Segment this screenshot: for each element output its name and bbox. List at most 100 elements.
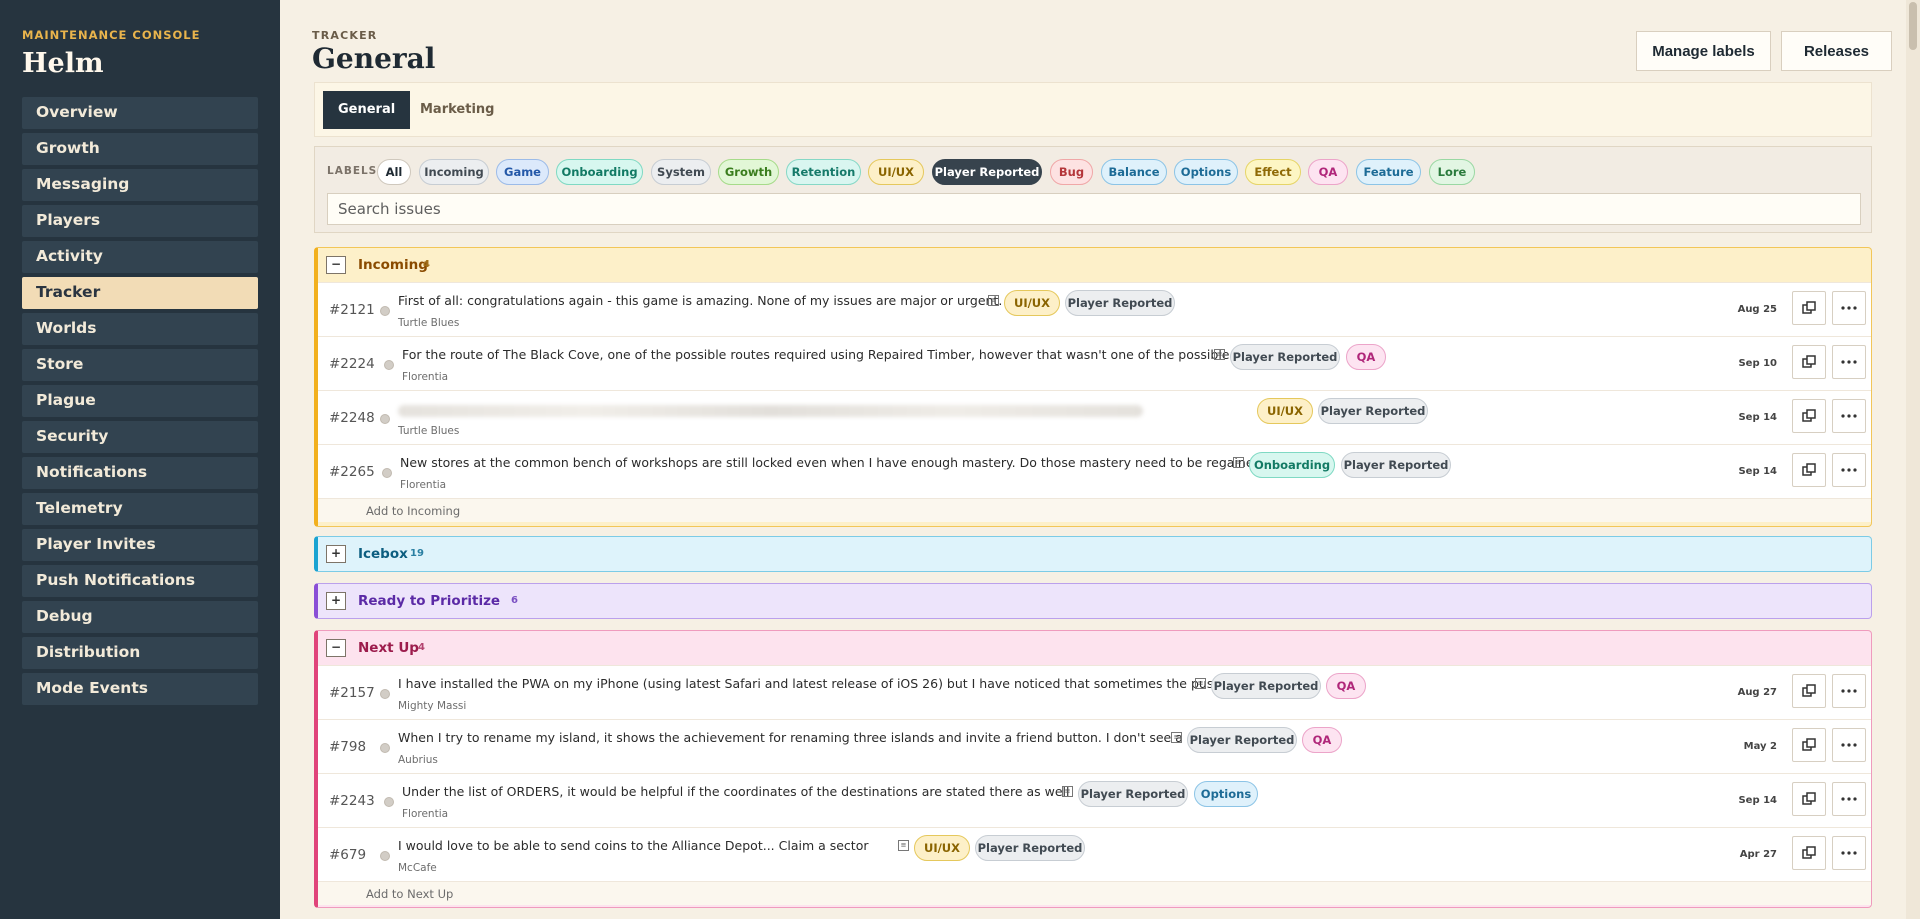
issue-row[interactable]: #798 When I try to rename my island, it … bbox=[318, 719, 1871, 773]
sidebar-item-telemetry[interactable]: Telemetry bbox=[22, 493, 258, 525]
issue-row[interactable]: #2157 I have installed the PWA on my iPh… bbox=[318, 665, 1871, 719]
issue-label: Player Reported bbox=[975, 835, 1085, 861]
copy-button[interactable] bbox=[1792, 782, 1826, 816]
sidebar-item-messaging[interactable]: Messaging bbox=[22, 169, 258, 201]
copy-button[interactable] bbox=[1792, 674, 1826, 708]
copy-button[interactable] bbox=[1792, 453, 1826, 487]
expand-toggle[interactable]: + bbox=[326, 545, 346, 563]
more-button[interactable] bbox=[1832, 291, 1866, 325]
issue-date: Sep 10 bbox=[1738, 358, 1777, 369]
issue-title[interactable]: New stores at the common bench of worksh… bbox=[400, 455, 1310, 470]
add-to-incoming-link[interactable]: Add to Incoming bbox=[366, 504, 460, 518]
sidebar-item-tracker[interactable]: Tracker bbox=[22, 277, 258, 309]
more-button[interactable] bbox=[1832, 674, 1866, 708]
more-button[interactable] bbox=[1832, 782, 1866, 816]
sidebar-item-debug[interactable]: Debug bbox=[22, 601, 258, 633]
issue-label: QA bbox=[1302, 727, 1342, 753]
group-title[interactable]: Icebox bbox=[358, 546, 408, 562]
label-chip-effect[interactable]: Effect bbox=[1245, 159, 1301, 185]
label-chip-feature[interactable]: Feature bbox=[1356, 159, 1421, 185]
issue-date: Sep 14 bbox=[1738, 412, 1777, 423]
more-button[interactable] bbox=[1832, 836, 1866, 870]
sidebar-item-store[interactable]: Store bbox=[22, 349, 258, 381]
label-chip-all[interactable]: All bbox=[377, 159, 411, 185]
issue-row[interactable]: #2243 Under the list of ORDERS, it would… bbox=[318, 773, 1871, 827]
more-button[interactable] bbox=[1832, 345, 1866, 379]
issue-row[interactable]: #2224 For the route of The Black Cove, o… bbox=[318, 336, 1871, 390]
sidebar-item-growth[interactable]: Growth bbox=[22, 133, 258, 165]
sidebar-item-activity[interactable]: Activity bbox=[22, 241, 258, 273]
label-chip-growth[interactable]: Growth bbox=[718, 159, 779, 185]
copy-icon bbox=[1802, 846, 1816, 859]
sidebar-item-notifications[interactable]: Notifications bbox=[22, 457, 258, 489]
label-chip-retention[interactable]: Retention bbox=[786, 159, 861, 185]
label-chip-lore[interactable]: Lore bbox=[1429, 159, 1475, 185]
label-chip-options[interactable]: Options bbox=[1174, 159, 1238, 185]
more-button[interactable] bbox=[1832, 453, 1866, 487]
scrollbar-thumb[interactable] bbox=[1909, 2, 1917, 50]
brand-title: Helm bbox=[22, 48, 104, 79]
issue-row[interactable]: #679 I would love to be able to send coi… bbox=[318, 827, 1871, 881]
more-button[interactable] bbox=[1832, 728, 1866, 762]
sidebar-item-worlds[interactable]: Worlds bbox=[22, 313, 258, 345]
group-ready-to-prioritize: + Ready to Prioritize 6 bbox=[314, 583, 1872, 619]
sidebar-item-overview[interactable]: Overview bbox=[22, 97, 258, 129]
note-icon: ≡ bbox=[1171, 732, 1182, 743]
label-chip-player-reported[interactable]: Player Reported bbox=[932, 159, 1042, 185]
collapse-toggle[interactable]: − bbox=[326, 256, 346, 274]
copy-button[interactable] bbox=[1792, 291, 1826, 325]
group-title[interactable]: Ready to Prioritize bbox=[358, 593, 500, 609]
sidebar-item-push-notifications[interactable]: Push Notifications bbox=[22, 565, 258, 597]
label-chip-system[interactable]: System bbox=[651, 159, 711, 185]
manage-labels-button[interactable]: Manage labels bbox=[1636, 31, 1771, 71]
label-chip-bug[interactable]: Bug bbox=[1050, 159, 1093, 185]
issue-row[interactable]: #2248 UI/UX Player Reported Turtle Blues… bbox=[318, 390, 1871, 444]
group-title[interactable]: Next Up bbox=[358, 640, 419, 656]
more-button[interactable] bbox=[1832, 399, 1866, 433]
issue-row[interactable]: #2121 First of all: congratulations agai… bbox=[318, 282, 1871, 336]
copy-button[interactable] bbox=[1792, 345, 1826, 379]
search-input[interactable] bbox=[327, 193, 1861, 225]
expand-toggle[interactable]: + bbox=[326, 592, 346, 610]
copy-button[interactable] bbox=[1792, 728, 1826, 762]
sidebar-item-plague[interactable]: Plague bbox=[22, 385, 258, 417]
issue-title[interactable]: For the route of The Black Cove, one of … bbox=[402, 347, 1283, 362]
issue-label: Player Reported bbox=[1187, 727, 1297, 753]
label-chip-incoming[interactable]: Incoming bbox=[419, 159, 489, 185]
label-chip-qa[interactable]: QA bbox=[1308, 159, 1348, 185]
label-chip-game[interactable]: Game bbox=[496, 159, 549, 185]
issue-date: Aug 25 bbox=[1737, 304, 1777, 315]
issue-title[interactable]: When I try to rename my island, it shows… bbox=[398, 730, 1267, 745]
copy-button[interactable] bbox=[1792, 399, 1826, 433]
copy-button[interactable] bbox=[1792, 836, 1826, 870]
issue-number: #2248 bbox=[329, 410, 375, 426]
issue-title[interactable]: I would love to be able to send coins to… bbox=[398, 838, 869, 853]
group-title[interactable]: Incoming bbox=[358, 257, 428, 273]
sidebar-item-player-invites[interactable]: Player Invites bbox=[22, 529, 258, 561]
status-dot bbox=[380, 689, 390, 699]
issue-date: Apr 27 bbox=[1739, 849, 1777, 860]
more-icon bbox=[1841, 468, 1857, 472]
sidebar-item-distribution[interactable]: Distribution bbox=[22, 637, 258, 669]
collapse-toggle[interactable]: − bbox=[326, 639, 346, 657]
sidebar-item-players[interactable]: Players bbox=[22, 205, 258, 237]
releases-button[interactable]: Releases bbox=[1781, 31, 1892, 71]
label-chip-balance[interactable]: Balance bbox=[1101, 159, 1167, 185]
issue-author: Turtle Blues bbox=[398, 317, 460, 329]
label-chip-ui-ux[interactable]: UI/UX bbox=[868, 159, 924, 185]
sidebar-item-security[interactable]: Security bbox=[22, 421, 258, 453]
copy-icon bbox=[1802, 792, 1816, 805]
page-scrollbar[interactable] bbox=[1906, 0, 1920, 919]
issue-number: #2157 bbox=[329, 685, 375, 701]
tab-general[interactable]: General bbox=[323, 91, 411, 129]
issue-label: Player Reported bbox=[1211, 673, 1321, 699]
issue-title[interactable]: Under the list of ORDERS, it would be he… bbox=[402, 784, 1070, 799]
label-chip-onboarding[interactable]: Onboarding bbox=[556, 159, 643, 185]
group-header: + Ready to Prioritize 6 bbox=[318, 584, 1871, 618]
issue-row[interactable]: #2265 New stores at the common bench of … bbox=[318, 444, 1871, 498]
issue-title[interactable]: First of all: congratulations again - th… bbox=[398, 293, 1002, 308]
tab-marketing[interactable]: Marketing bbox=[405, 91, 509, 129]
issue-title[interactable]: I have installed the PWA on my iPhone (u… bbox=[398, 676, 1265, 691]
add-to-next-up-link[interactable]: Add to Next Up bbox=[366, 887, 453, 901]
sidebar-item-mode-events[interactable]: Mode Events bbox=[22, 673, 258, 705]
